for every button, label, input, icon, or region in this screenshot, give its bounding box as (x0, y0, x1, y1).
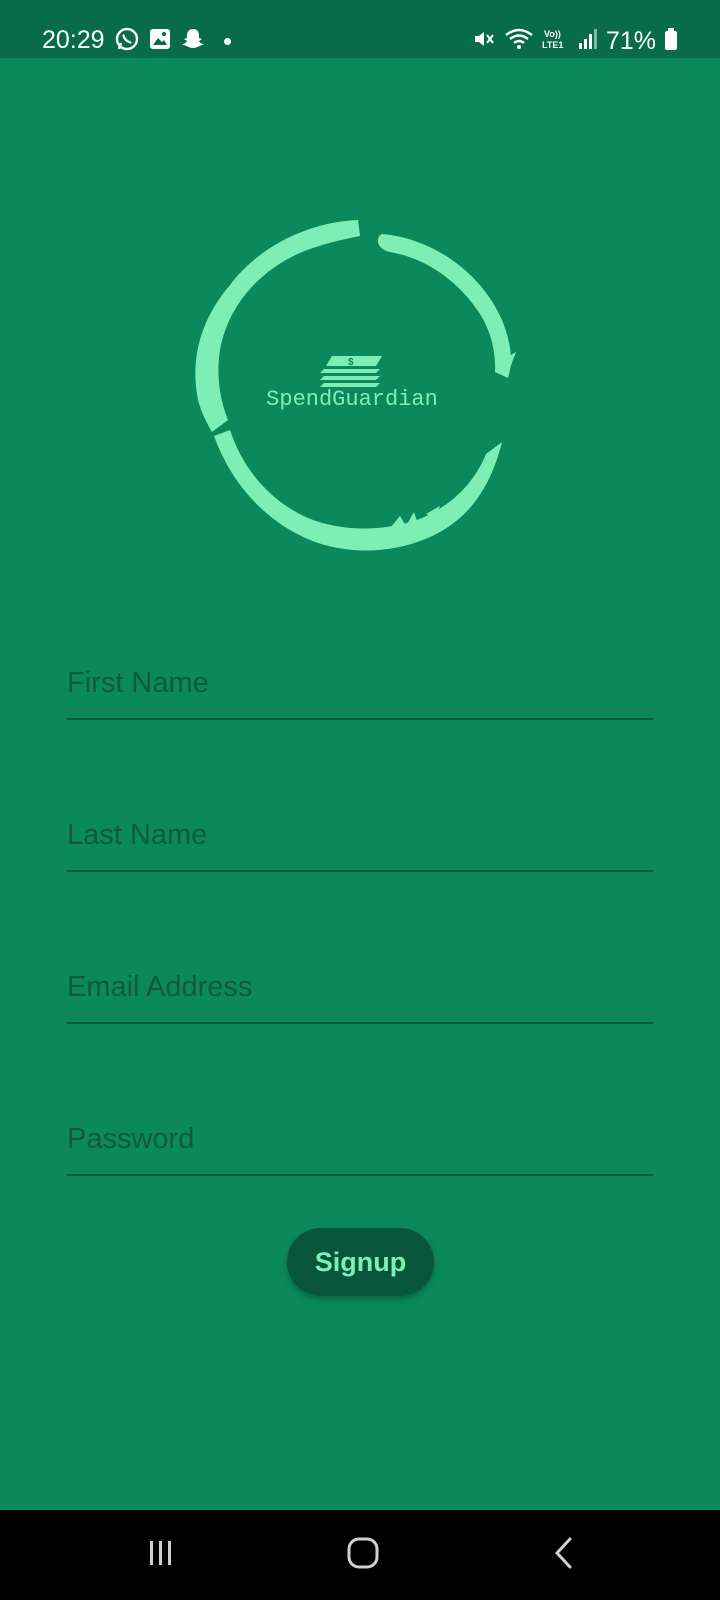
signup-button[interactable]: Signup (287, 1228, 434, 1296)
last-name-field[interactable] (67, 790, 653, 872)
status-icons-left (114, 26, 231, 56)
signup-screen: 20:29 Vo)) LTE1 71% $ SpendGuardian Firs… (0, 0, 720, 1600)
email-field[interactable] (67, 942, 653, 1024)
status-icons-right: Vo)) LTE1 71% (472, 26, 678, 56)
password-field[interactable] (67, 1094, 653, 1176)
mute-icon (472, 27, 496, 56)
battery-icon (664, 27, 678, 56)
whatsapp-icon (114, 26, 140, 57)
home-button[interactable] (333, 1530, 393, 1580)
app-logo: $ SpendGuardian (190, 210, 530, 560)
brand-name: SpendGuardian (266, 387, 438, 412)
navigation-bar (0, 1510, 720, 1600)
status-time: 20:29 (42, 26, 105, 54)
gallery-icon (148, 27, 172, 56)
wifi-icon (504, 27, 534, 56)
first-name-input[interactable] (67, 667, 653, 700)
recents-button[interactable] (131, 1530, 191, 1580)
status-bar: 20:29 Vo)) LTE1 71% (0, 0, 720, 58)
volte-icon: Vo)) LTE1 (542, 27, 570, 56)
email-input[interactable] (67, 971, 653, 1004)
notification-dot-icon (224, 37, 231, 45)
svg-text:$: $ (348, 357, 354, 368)
signal-icon (578, 27, 598, 56)
password-input[interactable] (67, 1123, 653, 1156)
recents-icon (146, 1538, 176, 1573)
last-name-input[interactable] (67, 819, 653, 852)
home-icon (346, 1536, 380, 1575)
snapchat-icon (180, 26, 206, 57)
back-icon (550, 1536, 580, 1575)
battery-percent: 71% (605, 27, 656, 55)
first-name-field[interactable] (67, 638, 653, 720)
svg-text:Vo)): Vo)) (544, 29, 561, 39)
back-button[interactable] (535, 1530, 595, 1580)
money-stack-icon: $ (320, 356, 382, 387)
svg-text:LTE1: LTE1 (542, 40, 563, 50)
